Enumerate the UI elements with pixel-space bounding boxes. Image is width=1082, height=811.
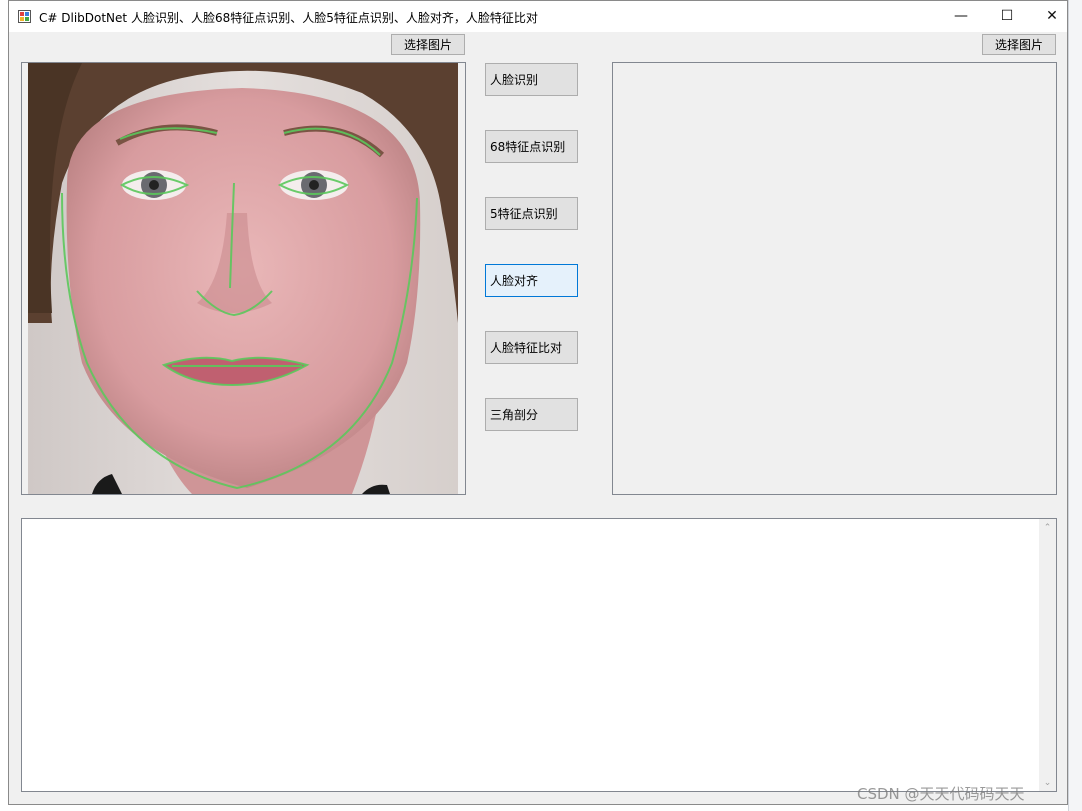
face-compare-button[interactable]: 人脸特征比对 <box>485 331 578 364</box>
title-bar: C# DlibDotNet 人脸识别、人脸68特征点识别、人脸5特征点识别、人脸… <box>9 1 1067 32</box>
right-picture-box[interactable] <box>612 62 1057 495</box>
scroll-down-icon[interactable]: ⌄ <box>1039 774 1056 791</box>
app-icon <box>18 10 31 23</box>
maximize-button[interactable]: ☐ <box>984 1 1030 31</box>
landmarks5-button[interactable]: 5特征点识别 <box>485 197 578 230</box>
main-window: C# DlibDotNet 人脸识别、人脸68特征点识别、人脸5特征点识别、人脸… <box>8 0 1068 805</box>
output-textbox[interactable]: ⌃ ⌄ <box>21 518 1057 792</box>
select-image-right-button[interactable]: 选择图片 <box>982 34 1056 55</box>
landmarks68-button[interactable]: 68特征点识别 <box>485 130 578 163</box>
output-scrollbar[interactable]: ⌃ ⌄ <box>1039 519 1056 791</box>
face-align-button[interactable]: 人脸对齐 <box>485 264 578 297</box>
background-editor-left <box>0 0 8 811</box>
maximize-icon: ☐ <box>1000 8 1014 24</box>
close-icon: ✕ <box>1046 8 1058 24</box>
minimize-icon: — <box>954 8 968 24</box>
triangulation-button[interactable]: 三角剖分 <box>485 398 578 431</box>
scroll-up-icon[interactable]: ⌃ <box>1039 519 1056 536</box>
watermark: CSDN @天天代码码天天 <box>857 785 1025 803</box>
close-button[interactable]: ✕ <box>1029 1 1075 31</box>
left-picture-box[interactable] <box>21 62 466 495</box>
select-image-left-button[interactable]: 选择图片 <box>391 34 465 55</box>
minimize-button[interactable]: — <box>938 1 984 31</box>
background-editor-right <box>1068 0 1082 811</box>
face-detect-button[interactable]: 人脸识别 <box>485 63 578 96</box>
face-image <box>22 63 465 494</box>
window-title: C# DlibDotNet 人脸识别、人脸68特征点识别、人脸5特征点识别、人脸… <box>39 11 538 25</box>
